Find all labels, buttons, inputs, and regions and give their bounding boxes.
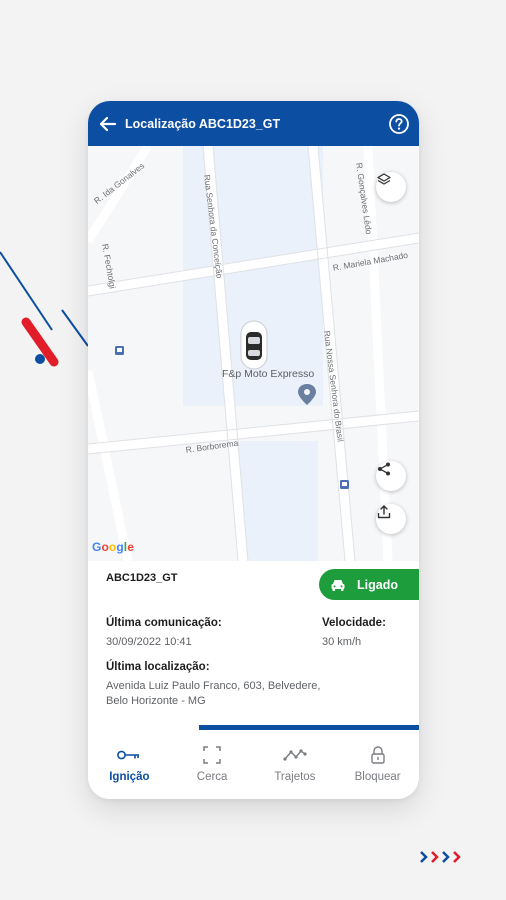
share-button[interactable] [376, 461, 406, 491]
nav-item-ignicao[interactable]: Ignição [88, 730, 171, 799]
app-bar: Localização ABC1D23_GT [88, 101, 419, 146]
nav-item-cerca[interactable]: Cerca [171, 730, 254, 799]
last-location-line1: Avenida Luiz Paulo Franco, 603, Belveder… [106, 680, 321, 692]
back-button[interactable] [90, 101, 126, 146]
last-location-line2: Belo Horizonte - MG [106, 695, 206, 707]
layers-icon [377, 173, 391, 185]
layers-button[interactable] [376, 172, 406, 202]
poi-label: F&p Moto Expresso [222, 368, 315, 380]
nav-label: Bloquear [354, 771, 401, 783]
vehicle-info-panel: ABC1D23_GT Ligado Última comunicação: 30… [88, 561, 419, 741]
status-badge: Ligado [319, 569, 419, 600]
help-button[interactable] [379, 101, 419, 146]
bottom-nav: Ignição Cerca Trajetos Bloquear [88, 730, 419, 799]
status-label: Ligado [357, 577, 398, 592]
upload-button[interactable] [376, 504, 406, 534]
help-circle-icon [389, 113, 409, 134]
route-icon [283, 749, 307, 761]
arrow-left-icon [99, 116, 117, 131]
share-icon [378, 462, 390, 476]
fence-frame-icon [203, 746, 221, 764]
speed-label: Velocidade: [322, 617, 386, 629]
car-icon [331, 579, 345, 591]
last-comm-label: Última comunicação: [106, 617, 222, 629]
lock-icon [370, 746, 385, 764]
nav-item-bloquear[interactable]: Bloquear [336, 730, 419, 799]
last-location-label: Última localização: [106, 661, 210, 673]
google-logo: Google [92, 540, 134, 554]
speed-value: 30 km/h [322, 636, 362, 648]
upload-icon [377, 505, 391, 519]
nav-label: Ignição [109, 771, 150, 783]
map-view[interactable]: R. Ida Gonalves Rua Senhora da Conceição… [88, 146, 419, 561]
decorative-chevrons [420, 848, 475, 881]
vehicle-plate: ABC1D23_GT [106, 572, 178, 584]
nav-label: Trajetos [274, 771, 316, 783]
nav-item-trajetos[interactable]: Trajetos [254, 730, 337, 799]
key-icon [117, 750, 140, 760]
phone-screen: Localização ABC1D23_GT R. Ida Gonalves R… [88, 101, 419, 799]
last-comm-value: 30/09/2022 10:41 [106, 636, 192, 648]
page-title: Localização ABC1D23_GT [125, 116, 281, 131]
nav-label: Cerca [196, 771, 228, 783]
